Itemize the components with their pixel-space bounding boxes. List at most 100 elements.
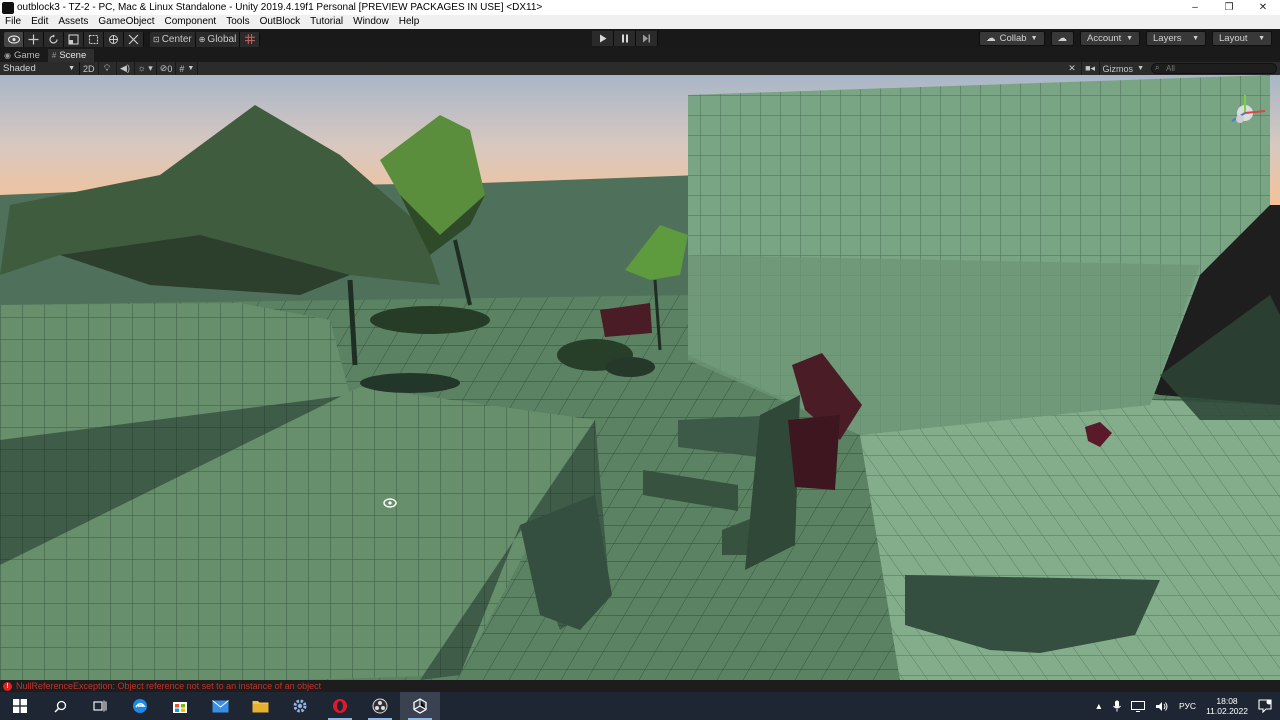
- global-space-toggle[interactable]: ⊕ Global: [195, 31, 241, 47]
- view-tool-eye-icon[interactable]: [4, 31, 24, 47]
- obs-studio-icon: [372, 698, 388, 714]
- notifications-icon[interactable]: [1258, 699, 1272, 713]
- windows-taskbar: ▲ РУС 18:08 11.02.2022: [0, 692, 1280, 720]
- tools-icon[interactable]: ✕: [1064, 62, 1082, 75]
- close-button[interactable]: ✕: [1246, 0, 1280, 15]
- view-tabs: ◉ Game # Scene: [0, 49, 1280, 62]
- task-view-button[interactable]: [80, 692, 120, 720]
- grid-settings-dropdown[interactable]: # ▼: [176, 62, 199, 75]
- menu-assets[interactable]: Assets: [53, 15, 93, 29]
- gizmos-dropdown[interactable]: Gizmos ▼: [1100, 62, 1147, 75]
- scale-tool-icon[interactable]: [64, 31, 84, 47]
- scene-render: [0, 75, 1280, 680]
- transform-tools: [4, 31, 144, 47]
- layout-label: Layout: [1219, 33, 1248, 44]
- clock-time: 18:08: [1216, 696, 1238, 706]
- shading-mode-label: Shaded: [3, 63, 36, 74]
- taskbar-edge[interactable]: [120, 692, 160, 720]
- menu-tools[interactable]: Tools: [221, 15, 254, 29]
- collab-icon: ☁: [986, 33, 996, 44]
- window-title: outblock3 - TZ-2 - PC, Mac & Linux Stand…: [17, 2, 543, 13]
- layers-dropdown[interactable]: Layers ▼: [1146, 31, 1206, 46]
- menu-file[interactable]: File: [0, 15, 26, 29]
- chevron-down-icon: ▼: [1192, 35, 1199, 42]
- layout-dropdown[interactable]: Layout ▼: [1212, 31, 1272, 46]
- network-icon[interactable]: [1131, 700, 1146, 712]
- bush-4: [360, 373, 460, 393]
- mail-icon: [211, 699, 229, 712]
- store-icon: [173, 702, 187, 713]
- bush-1: [370, 306, 490, 334]
- lighting-toggle[interactable]: 💡︎: [99, 62, 117, 75]
- menu-window[interactable]: Window: [348, 15, 394, 29]
- camera-dropdown[interactable]: ■◂: [1082, 62, 1100, 75]
- rect-tool-icon[interactable]: [84, 31, 104, 47]
- console-error-message: NullReferenceException: Object reference…: [16, 681, 322, 691]
- collab-dropdown[interactable]: ☁ Collab ▼: [979, 31, 1045, 46]
- menu-component[interactable]: Component: [160, 15, 222, 29]
- menu-tutorial[interactable]: Tutorial: [305, 15, 348, 29]
- step-button[interactable]: [636, 31, 658, 46]
- grid-icon: #: [179, 63, 185, 74]
- unity-app-icon: [2, 1, 14, 14]
- play-button[interactable]: [592, 31, 614, 46]
- hidden-objects-toggle[interactable]: ⊘ 0: [157, 62, 177, 75]
- window-controls: – ❐ ✕: [1178, 0, 1280, 15]
- taskbar-unity[interactable]: [400, 692, 440, 720]
- system-clock[interactable]: 18:08 11.02.2022: [1206, 696, 1248, 716]
- hidden-count: 0: [167, 63, 173, 74]
- chevron-down-icon: ▼: [1030, 35, 1038, 42]
- cloud-services-button[interactable]: ☁: [1050, 31, 1074, 46]
- menu-edit[interactable]: Edit: [26, 15, 53, 29]
- tab-scene[interactable]: # Scene: [47, 49, 95, 62]
- scene-search-input[interactable]: ⌕ All: [1151, 63, 1277, 74]
- volume-icon[interactable]: [1155, 701, 1169, 712]
- bush-3: [605, 357, 655, 377]
- audio-toggle[interactable]: ◀): [117, 62, 135, 75]
- maximize-button[interactable]: ❐: [1212, 0, 1246, 15]
- tray-overflow-icon[interactable]: ▲: [1095, 701, 1103, 711]
- effects-icon: ☼ ▾: [137, 63, 153, 73]
- taskbar-search-button[interactable]: [40, 692, 80, 720]
- taskbar-store[interactable]: [160, 692, 200, 720]
- effects-dropdown[interactable]: ☼ ▾: [135, 62, 157, 75]
- menu-help[interactable]: Help: [394, 15, 425, 29]
- tab-game-label: Game: [13, 50, 40, 61]
- search-icon: [53, 700, 66, 713]
- menu-outblock[interactable]: OutBlock: [255, 15, 306, 29]
- speaker-icon: ◀): [120, 63, 130, 73]
- taskbar-settings[interactable]: [280, 692, 320, 720]
- account-label: Account: [1087, 33, 1122, 44]
- pivot-center-toggle[interactable]: ⊡ Center: [150, 31, 196, 47]
- transform-tool-icon[interactable]: [104, 31, 124, 47]
- taskbar-opera[interactable]: [320, 692, 360, 720]
- clock-date: 11.02.2022: [1206, 706, 1248, 716]
- globe-icon: ⊕: [198, 34, 206, 44]
- red-cube-stack-bottom: [788, 415, 840, 490]
- snap-grid-icon[interactable]: [240, 31, 261, 47]
- shading-mode-dropdown[interactable]: Shaded ▼: [0, 62, 80, 75]
- taskbar-mail[interactable]: [200, 692, 240, 720]
- scene-viewport[interactable]: [0, 75, 1280, 680]
- menu-gameobject[interactable]: GameObject: [93, 15, 159, 29]
- account-dropdown[interactable]: Account ▼: [1080, 31, 1140, 46]
- taskbar-explorer[interactable]: [240, 692, 280, 720]
- taskbar-obs[interactable]: [360, 692, 400, 720]
- task-view-icon: [93, 700, 107, 712]
- console-status-bar[interactable]: ! NullReferenceException: Object referen…: [0, 680, 1280, 692]
- pause-button[interactable]: [614, 31, 636, 46]
- tab-game[interactable]: ◉ Game: [0, 49, 48, 62]
- start-button[interactable]: [0, 692, 40, 720]
- move-tool-icon[interactable]: [24, 31, 44, 47]
- cloud-icon: ☁: [1057, 33, 1068, 44]
- minimize-button[interactable]: –: [1178, 0, 1212, 15]
- microphone-icon[interactable]: [1113, 700, 1121, 712]
- toggle-2d-button[interactable]: 2D: [80, 62, 99, 75]
- folder-icon: [252, 701, 268, 713]
- rotate-tool-icon[interactable]: [44, 31, 64, 47]
- camera-icon: ■◂: [1085, 63, 1096, 73]
- chevron-down-icon: ▼: [1126, 35, 1133, 42]
- pivot-tools: ⊡ Center ⊕ Global: [150, 31, 261, 47]
- custom-tool-icon[interactable]: [124, 31, 144, 47]
- input-language-indicator[interactable]: РУС: [1179, 701, 1196, 711]
